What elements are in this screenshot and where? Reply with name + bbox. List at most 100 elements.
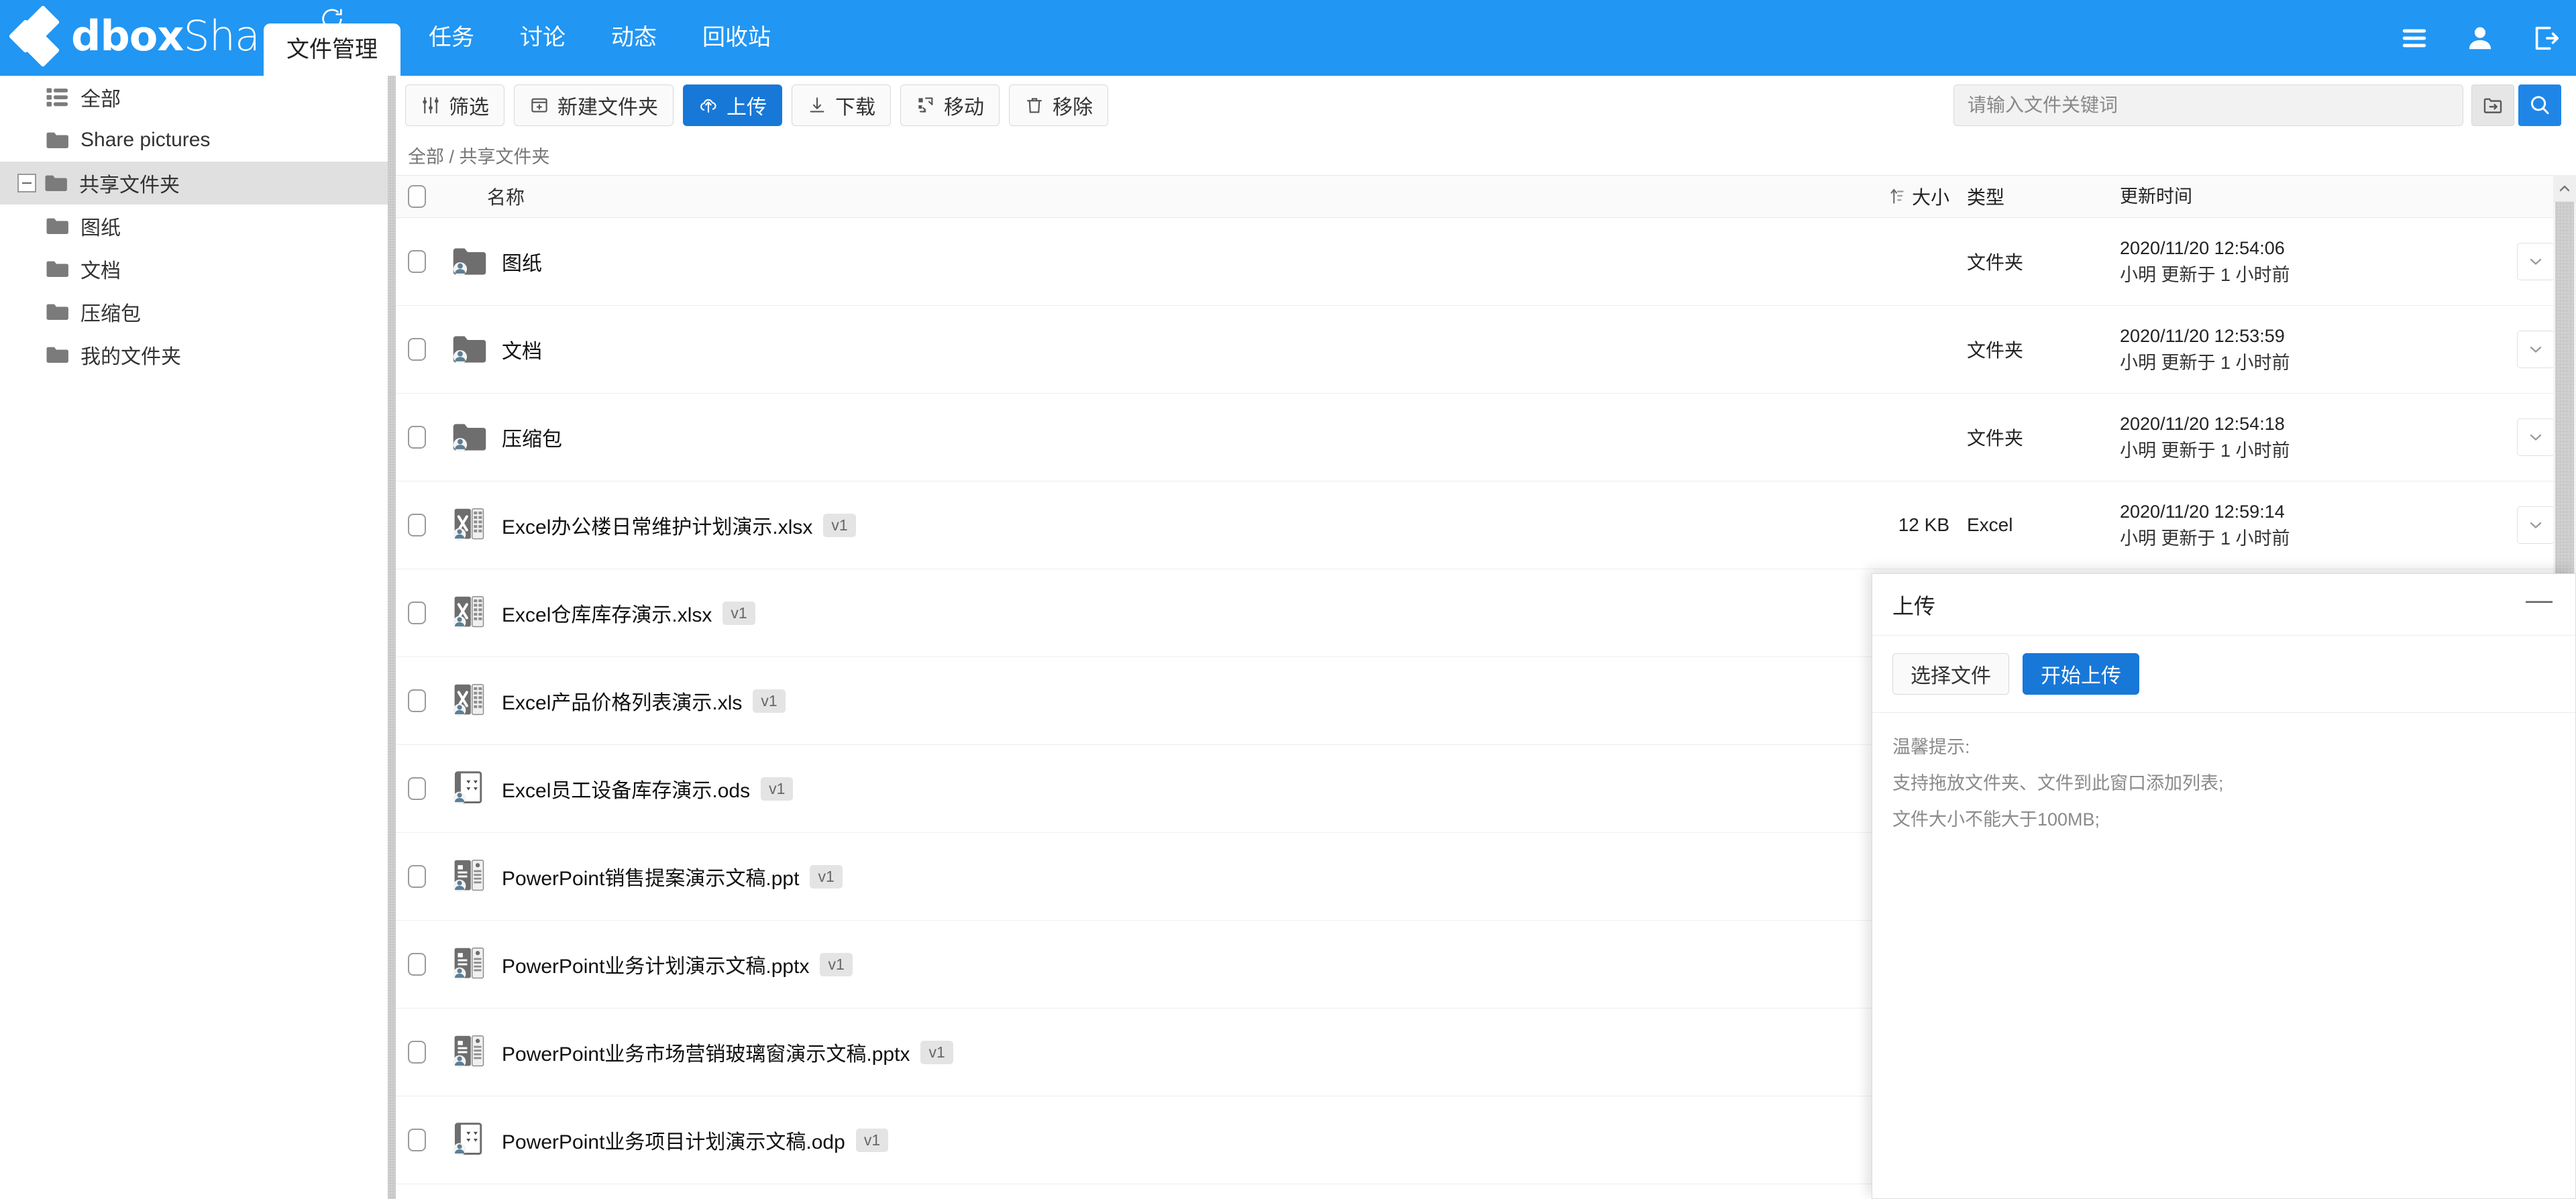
row-expand-button[interactable] [2517,506,2555,544]
row-select-cell [396,689,437,712]
filter-button[interactable]: 筛选 [405,84,504,126]
sidebar-item-share-pictures[interactable]: Share pictures [0,119,388,162]
row-checkbox[interactable] [408,865,426,888]
scroll-up-button[interactable] [2553,175,2576,202]
tab-recycle-bin[interactable]: 回收站 [680,0,794,76]
tips-title: 温馨提示: [1892,729,2555,765]
search-button[interactable] [2518,84,2561,126]
row-select-cell [396,514,437,536]
row-checkbox[interactable] [408,514,426,536]
tab-tasks[interactable]: 任务 [406,0,497,76]
sidebar-item-archives[interactable]: 压缩包 [0,290,388,333]
table-header: 名称 大小 类型 更新时间 [396,175,2576,218]
move-icon [916,95,936,115]
sidebar-item-drawings[interactable]: 图纸 [0,205,388,247]
folder-scope-button[interactable] [2471,84,2514,126]
row-time: 2020/11/20 12:54:18 小明 更新于 1 小时前 [2120,410,2496,465]
row-select-cell [396,338,437,361]
tab-file-management[interactable]: 文件管理 [264,23,400,76]
remove-button[interactable]: 移除 [1009,84,1108,126]
ods-file-icon [451,768,488,809]
sidebar-item-shared-folder[interactable]: 共享文件夹 [0,162,388,205]
row-size: 12 KB [1839,514,1967,536]
start-upload-button[interactable]: 开始上传 [2023,653,2139,695]
column-header-size[interactable]: 大小 [1839,183,1967,210]
row-name-cell: Excel员工设备库存演示.ods v1 [437,768,1839,809]
tab-activity[interactable]: 动态 [588,0,680,76]
tips-line-1: 支持拖放文件夹、文件到此窗口添加列表; [1892,765,2555,801]
minimize-button[interactable]: — [2526,587,2553,623]
version-badge: v1 [761,777,793,801]
user-icon[interactable] [2465,23,2496,54]
sidebar-splitter[interactable] [388,76,396,1199]
row-expand-button[interactable] [2517,331,2555,368]
row-checkbox[interactable] [408,338,426,361]
select-all-cell [396,185,437,208]
row-select-cell [396,1129,437,1151]
tab-discussion[interactable]: 讨论 [497,0,588,76]
chevron-up-icon [2557,180,2573,196]
shared-folder-icon [451,241,488,282]
app-logo[interactable]: dboxShare [13,7,300,66]
folder-icon [46,216,70,236]
breadcrumb[interactable]: 全部 / 共享文件夹 [408,135,550,175]
column-header-time[interactable]: 更新时间 [2120,183,2496,211]
row-timestamp: 2020/11/20 12:59:14 [2120,498,2496,526]
column-header-type[interactable]: 类型 [1967,183,2120,210]
sidebar-item-label: 压缩包 [80,297,141,327]
row-name-cell: 文档 [437,329,1839,369]
sidebar-item-my-folder[interactable]: 我的文件夹 [0,333,388,376]
row-meta: 小明 更新于 1 小时前 [2120,349,2496,377]
row-checkbox[interactable] [408,953,426,976]
download-button[interactable]: 下载 [792,84,891,126]
row-select-cell [396,426,437,449]
new-folder-button[interactable]: 新建文件夹 [514,84,674,126]
row-checkbox[interactable] [408,1129,426,1151]
row-checkbox[interactable] [408,250,426,273]
row-checkbox[interactable] [408,1041,426,1064]
sidebar-item-all[interactable]: 全部 [0,76,388,119]
file-name: 图纸 [502,247,542,276]
row-type: 文件夹 [1967,336,2120,363]
row-type: Excel [1967,514,2120,536]
row-name-cell: PowerPoint销售提案演示文稿.ppt v1 [437,856,1839,897]
row-checkbox[interactable] [408,777,426,800]
search-input[interactable] [1953,84,2463,126]
menu-icon[interactable] [2399,23,2430,54]
choose-file-button[interactable]: 选择文件 [1892,653,2009,695]
row-checkbox[interactable] [408,689,426,712]
sidebar-item-label: 图纸 [80,211,121,241]
table-row[interactable]: Excel办公楼日常维护计划演示.xlsx v1 12 KB Excel 202… [396,481,2576,569]
logout-icon[interactable] [2530,23,2561,54]
row-expand-button[interactable] [2517,418,2555,456]
ppt-file-icon [451,856,488,897]
sidebar-item-label: 文档 [80,254,121,284]
upload-button[interactable]: 上传 [683,84,782,126]
folder-icon [46,302,70,322]
row-select-cell [396,602,437,624]
row-expand-button[interactable] [2517,243,2555,280]
row-name-cell: 图纸 [437,241,1839,282]
row-checkbox[interactable] [408,602,426,624]
select-all-checkbox[interactable] [408,185,426,208]
sidebar-item-label: 全部 [80,82,121,112]
table-row[interactable]: 文档 文件夹 2020/11/20 12:53:59 小明 更新于 1 小时前 [396,306,2576,394]
table-row[interactable]: 压缩包 文件夹 2020/11/20 12:54:18 小明 更新于 1 小时前 [396,394,2576,481]
version-badge: v1 [820,953,852,976]
row-meta: 小明 更新于 1 小时前 [2120,437,2496,465]
chevron-down-icon [2526,428,2545,447]
collapse-toggle-icon[interactable] [17,174,36,192]
table-row[interactable]: 图纸 文件夹 2020/11/20 12:54:06 小明 更新于 1 小时前 [396,218,2576,306]
sidebar-item-label: 共享文件夹 [79,168,180,198]
trash-icon [1024,95,1044,115]
upload-panel-actions: 选择文件 开始上传 [1872,636,2575,713]
column-header-name[interactable]: 名称 [437,183,1839,210]
sidebar-item-documents[interactable]: 文档 [0,247,388,290]
upload-tips: 温馨提示: 支持拖放文件夹、文件到此窗口添加列表; 文件大小不能大于100MB; [1872,713,2575,854]
folder-icon [46,345,70,365]
row-checkbox[interactable] [408,426,426,449]
file-name: Excel产品价格列表演示.xls [502,686,742,716]
move-button[interactable]: 移动 [900,84,1000,126]
row-type: 文件夹 [1967,248,2120,275]
row-select-cell [396,1041,437,1064]
